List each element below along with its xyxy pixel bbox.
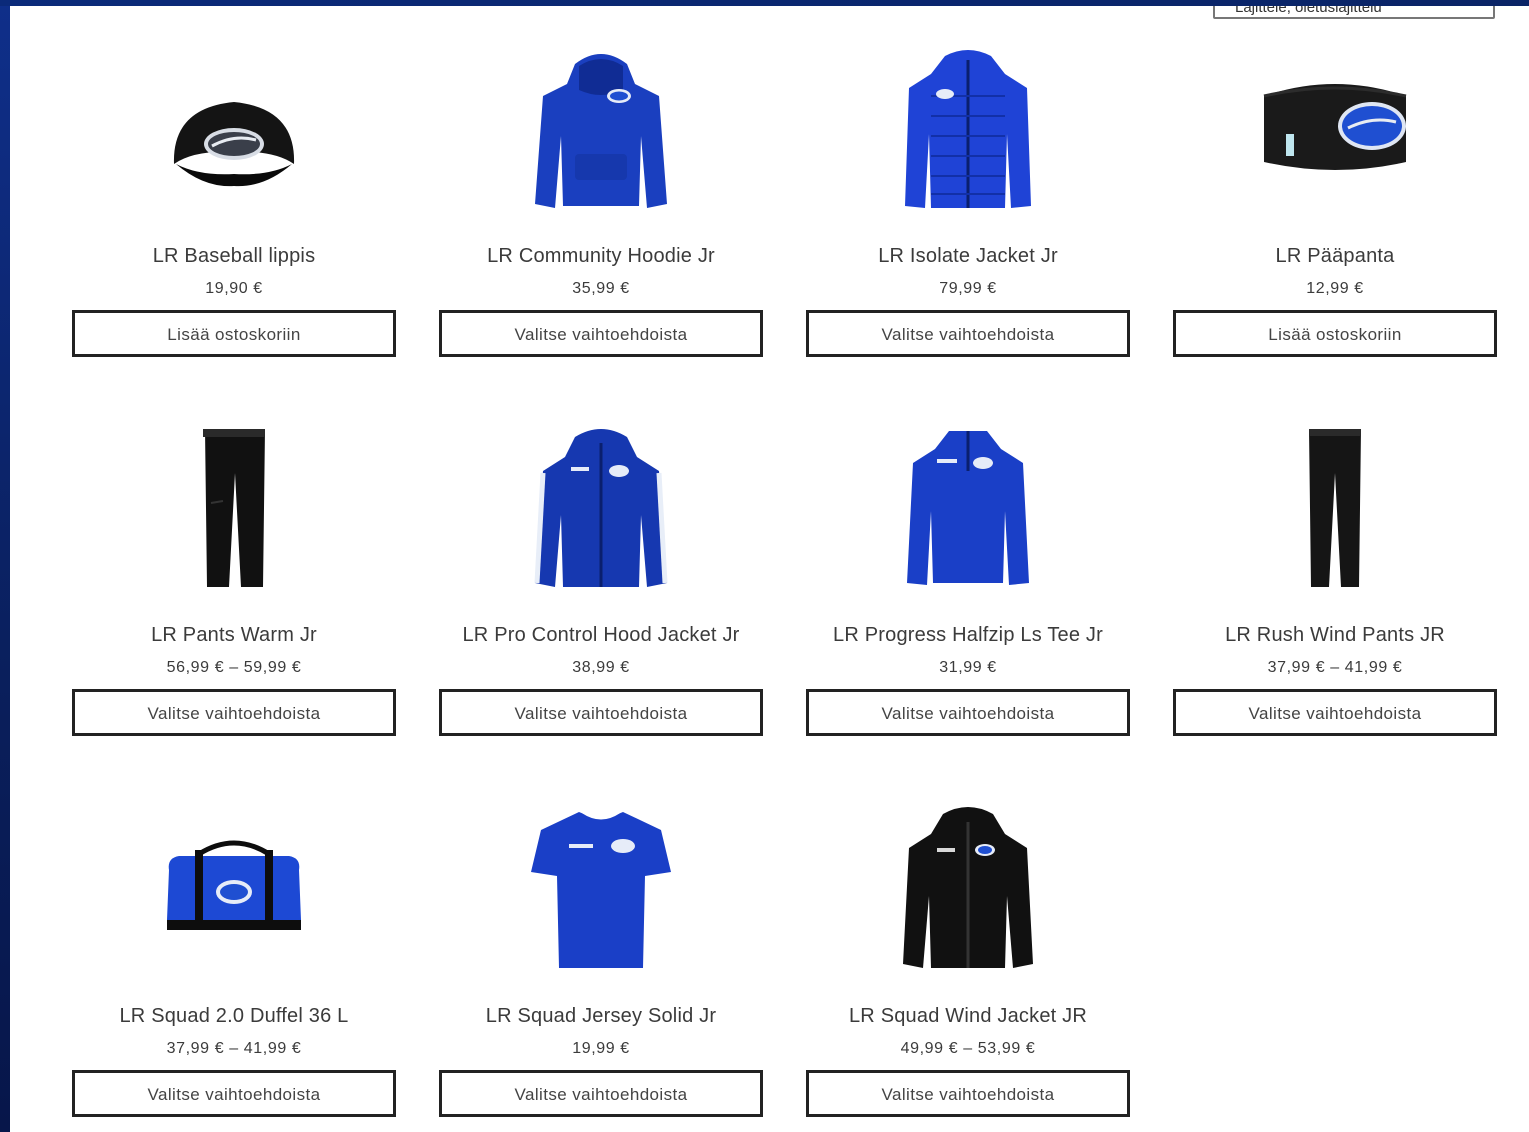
product-card[interactable]: LR Pants Warm Jr 56,99 € – 59,99 € Valit…: [72, 419, 396, 736]
product-card[interactable]: LR Community Hoodie Jr 35,99 € Valitse v…: [439, 40, 763, 357]
product-name[interactable]: LR Squad Jersey Solid Jr: [439, 1004, 763, 1028]
product-image[interactable]: [806, 419, 1130, 589]
product-image[interactable]: [439, 419, 763, 589]
product-image[interactable]: [439, 800, 763, 970]
add-to-cart-button[interactable]: Lisää ostoskoriin: [72, 310, 396, 357]
product-image[interactable]: [72, 419, 396, 589]
hood-jacket-icon: [534, 429, 668, 587]
hoodie-icon: [535, 54, 667, 208]
product-image[interactable]: [1173, 40, 1497, 210]
wind-pants-icon: [1309, 429, 1361, 587]
product-name[interactable]: LR Baseball lippis: [72, 244, 396, 268]
product-price: 12,99 €: [1306, 280, 1364, 297]
product-card[interactable]: LR Pro Control Hood Jacket Jr 38,99 € Va…: [439, 419, 763, 736]
select-options-button[interactable]: Valitse vaihtoehdoista: [1173, 689, 1497, 736]
product-price: 79,99 €: [939, 280, 997, 297]
product-card[interactable]: LR Isolate Jacket Jr 79,99 € Valitse vai…: [806, 40, 1130, 357]
shop-page: Lajittele, oletuslajittelu LR Baseball l…: [10, 6, 1529, 1132]
select-options-button[interactable]: Valitse vaihtoehdoista: [72, 1070, 396, 1117]
duffel-bag-icon: [167, 840, 301, 930]
product-name[interactable]: LR Pro Control Hood Jacket Jr: [439, 623, 763, 647]
product-image[interactable]: [806, 40, 1130, 210]
product-card[interactable]: LR Squad 2.0 Duffel 36 L 37,99 € – 41,99…: [72, 800, 396, 1117]
puffer-jacket-icon: [905, 50, 1031, 208]
select-options-button[interactable]: Valitse vaihtoehdoista: [439, 689, 763, 736]
select-options-button[interactable]: Valitse vaihtoehdoista: [806, 310, 1130, 357]
product-price: 37,99 € – 41,99 €: [166, 1040, 302, 1057]
product-image[interactable]: [806, 800, 1130, 970]
product-card[interactable]: LR Progress Halfzip Ls Tee Jr 31,99 € Va…: [806, 419, 1130, 736]
product-image[interactable]: [72, 800, 396, 970]
product-price: 19,90 €: [205, 280, 263, 297]
product-price: 56,99 € – 59,99 €: [166, 659, 302, 676]
product-price: 38,99 €: [572, 659, 630, 676]
product-name[interactable]: LR Progress Halfzip Ls Tee Jr: [806, 623, 1130, 647]
product-card[interactable]: LR Squad Wind Jacket JR 49,99 € – 53,99 …: [806, 800, 1130, 1117]
select-options-button[interactable]: Valitse vaihtoehdoista: [439, 310, 763, 357]
wind-jacket-icon: [903, 807, 1033, 968]
product-name[interactable]: LR Isolate Jacket Jr: [806, 244, 1130, 268]
product-name[interactable]: LR Pants Warm Jr: [72, 623, 396, 647]
add-to-cart-button[interactable]: Lisää ostoskoriin: [1173, 310, 1497, 357]
pants-icon: [203, 429, 265, 587]
window-frame-left: [0, 0, 10, 1132]
product-name[interactable]: LR Rush Wind Pants JR: [1173, 623, 1497, 647]
product-price: 37,99 € – 41,99 €: [1267, 659, 1403, 676]
select-options-button[interactable]: Valitse vaihtoehdoista: [806, 1070, 1130, 1117]
jersey-icon: [531, 810, 671, 968]
select-options-button[interactable]: Valitse vaihtoehdoista: [806, 689, 1130, 736]
sort-select[interactable]: Lajittele, oletuslajittelu: [1213, 6, 1495, 19]
product-price: 31,99 €: [939, 659, 997, 676]
halfzip-icon: [907, 431, 1029, 585]
product-price: 35,99 €: [572, 280, 630, 297]
product-price: 49,99 € – 53,99 €: [900, 1040, 1036, 1057]
select-options-button[interactable]: Valitse vaihtoehdoista: [72, 689, 396, 736]
select-options-button[interactable]: Valitse vaihtoehdoista: [439, 1070, 763, 1117]
product-price: 19,99 €: [572, 1040, 630, 1057]
baseball-cap-icon: [173, 102, 295, 187]
product-name[interactable]: LR Pääpanta: [1173, 244, 1497, 268]
product-card[interactable]: LR Baseball lippis 19,90 € Lisää ostosko…: [72, 40, 396, 357]
product-card[interactable]: LR Pääpanta 12,99 € Lisää ostoskoriin: [1173, 40, 1497, 357]
product-name[interactable]: LR Community Hoodie Jr: [439, 244, 763, 268]
product-image[interactable]: [1173, 419, 1497, 589]
headband-icon: [1263, 84, 1407, 170]
product-card[interactable]: LR Squad Jersey Solid Jr 19,99 € Valitse…: [439, 800, 763, 1117]
product-name[interactable]: LR Squad Wind Jacket JR: [806, 1004, 1130, 1028]
product-name[interactable]: LR Squad 2.0 Duffel 36 L: [72, 1004, 396, 1028]
product-image[interactable]: [72, 40, 396, 210]
product-card[interactable]: LR Rush Wind Pants JR 37,99 € – 41,99 € …: [1173, 419, 1497, 736]
product-image[interactable]: [439, 40, 763, 210]
